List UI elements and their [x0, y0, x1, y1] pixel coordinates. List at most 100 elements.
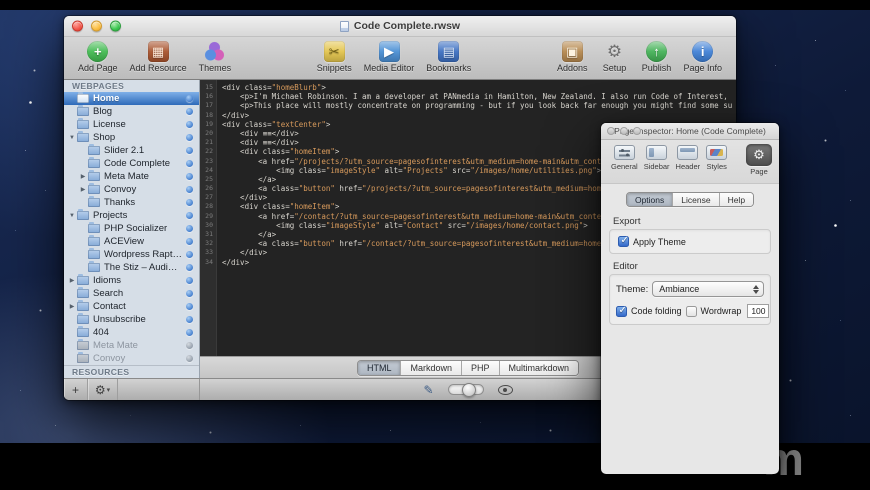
- editor-mode-segmented-control: HTML Markdown PHP Multimarkdown: [356, 359, 580, 376]
- sidebar-item-unsubscribe[interactable]: Unsubscribe: [64, 313, 199, 326]
- line-number: 22: [205, 147, 213, 156]
- disclosure-closed-icon[interactable]: ▶: [78, 187, 88, 193]
- disclosure-closed-icon[interactable]: ▶: [67, 304, 77, 310]
- wordwrap-checkbox-box[interactable]: [685, 305, 697, 317]
- inspector-toolbar-items: General Sidebar Header Styles: [608, 144, 730, 172]
- wordwrap-width-input[interactable]: [747, 304, 770, 318]
- sidebar-item-404[interactable]: 404: [64, 326, 199, 339]
- disclosure-closed-icon[interactable]: ▶: [78, 174, 88, 180]
- sidebar-item-blog[interactable]: Blog: [64, 105, 199, 118]
- inspector-toolbar-styles-button[interactable]: Styles: [703, 144, 730, 172]
- slider-knob[interactable]: [461, 382, 476, 397]
- sidebar-item-projects[interactable]: ▼ Projects: [64, 209, 199, 222]
- code-line: <div class="homeBlurb">: [222, 83, 326, 92]
- editor-mode-tab-multimarkdown[interactable]: Multimarkdown: [499, 360, 579, 375]
- sidebar-item-search[interactable]: Search: [64, 287, 199, 300]
- status-dot: [186, 264, 193, 271]
- inspector-zoom-button[interactable]: [633, 127, 641, 135]
- sidebar-item-slider-2-1[interactable]: Slider 2.1: [64, 144, 199, 157]
- line-number-gutter: 15 16 17 18 19 20 21 22 23 24 25 26 27 28 29 30 31 32 33 34: [200, 80, 217, 356]
- pages-sidebar: WEBPAGES Home Blog License ▼ Shop Slider 2.1 C…: [64, 80, 200, 378]
- inspector-toolbar-sidebar-button[interactable]: Sidebar: [641, 144, 673, 172]
- sidebar-item-the-stiz-audio-f[interactable]: The Stiz – Audio f...: [64, 261, 199, 274]
- add-resource-icon: ▦: [147, 41, 169, 62]
- code-folding-checkbox-box[interactable]: [616, 305, 627, 317]
- edit-pencil-icon[interactable]: ✎: [423, 384, 433, 396]
- sidebar-item-home[interactable]: Home: [64, 92, 199, 105]
- theme-dropdown-value: Ambiance: [659, 284, 700, 294]
- sidebar-item-label: Contact: [93, 301, 126, 312]
- status-bar-left: + ⚙ ▾: [64, 379, 200, 400]
- sidebar-item-idioms[interactable]: ▶ Idioms: [64, 274, 199, 287]
- inspector-tab-help[interactable]: Help: [719, 193, 754, 206]
- inspector-close-button[interactable]: [607, 127, 615, 135]
- title-bar: Code Complete.rwsw: [64, 16, 736, 37]
- toolbar-label: Setup: [602, 63, 627, 73]
- inspector-toolbar-header-button[interactable]: Header: [673, 144, 704, 172]
- resources-section-header[interactable]: RESOURCES: [64, 365, 199, 378]
- folder-icon: [77, 313, 89, 324]
- add-item-button[interactable]: +: [64, 379, 88, 400]
- sidebar-item-code-complete[interactable]: Code Complete: [64, 157, 199, 170]
- sidebar-item-php-socializer[interactable]: PHP Socializer: [64, 222, 199, 235]
- sidebar-item-shop[interactable]: ▼ Shop: [64, 131, 199, 144]
- disclosure-open-icon[interactable]: ▼: [67, 135, 77, 141]
- line-number: 32: [205, 239, 213, 248]
- status-dot: [186, 212, 193, 219]
- sidebar-item-convoy[interactable]: ▶ Convoy: [64, 183, 199, 196]
- apply-theme-checkbox-box[interactable]: [618, 235, 629, 247]
- sidebar-item-thanks[interactable]: Thanks: [64, 196, 199, 209]
- folder-icon: [88, 144, 100, 155]
- preview-slider[interactable]: [447, 382, 484, 397]
- code-line: <p>I'm Michael Robinson. I am a develope…: [222, 92, 728, 102]
- action-menu-button[interactable]: ⚙ ▾: [88, 379, 118, 400]
- toolbar-add-page-button[interactable]: + Add Page: [72, 39, 124, 73]
- toolbar-themes-button[interactable]: Themes: [193, 39, 238, 73]
- theme-dropdown[interactable]: Ambiance: [652, 281, 764, 297]
- page-mode-button[interactable]: ⚙ Page: [746, 144, 772, 176]
- minimize-button[interactable]: [91, 20, 102, 32]
- code-folding-checkbox[interactable]: Code folding: [616, 305, 682, 317]
- sidebar-item-wordpress-raptor[interactable]: Wordpress Raptor...: [64, 248, 199, 261]
- toolbar-page-info-button[interactable]: i Page Info: [677, 39, 728, 73]
- apply-theme-checkbox[interactable]: Apply Theme: [618, 235, 762, 247]
- zoom-button[interactable]: [110, 20, 121, 32]
- disclosure-closed-icon[interactable]: ▶: [67, 278, 77, 284]
- inspector-toolbar-general-button[interactable]: General: [608, 144, 641, 172]
- sidebar-item-aceview[interactable]: ACEView: [64, 235, 199, 248]
- editor-mode-tab-php[interactable]: PHP: [461, 360, 500, 375]
- styles-icon: [706, 145, 728, 160]
- sidebar-item-contact[interactable]: ▶ Contact: [64, 300, 199, 313]
- sidebar-item-meta-mate[interactable]: ▶ Meta Mate: [64, 170, 199, 183]
- close-button[interactable]: [72, 20, 83, 32]
- status-dot: [186, 277, 193, 284]
- toolbar-publish-button[interactable]: ↑ Publish: [635, 39, 677, 73]
- folder-icon: [77, 131, 89, 142]
- folder-icon: [88, 235, 100, 246]
- sidebar-item-label: License: [93, 119, 126, 130]
- sidebar-item-meta-mate[interactable]: Meta Mate: [64, 339, 199, 352]
- sidebar-item-label: Thanks: [104, 197, 136, 208]
- toolbar-label: Add Page: [78, 63, 118, 73]
- sidebar-item-convoy[interactable]: Convoy: [64, 352, 199, 365]
- toolbar-snippets-button[interactable]: ✂ Snippets: [311, 39, 358, 73]
- line-number: 20: [205, 128, 213, 137]
- main-toolbar: + Add Page ▦ Add Resource Themes ✂ Snippets ▶ M…: [64, 37, 736, 80]
- editor-mode-tab-html[interactable]: HTML: [357, 360, 402, 375]
- wordwrap-checkbox[interactable]: Wordwrap: [685, 305, 741, 317]
- toolbar-addons-button[interactable]: ▣ Addons: [551, 39, 594, 73]
- toolbar-bookmarks-button[interactable]: ▤ Bookmarks: [420, 39, 477, 73]
- preview-eye-icon[interactable]: [497, 384, 513, 395]
- popup-arrows-icon: [750, 284, 761, 294]
- toolbar-media-editor-button[interactable]: ▶ Media Editor: [358, 39, 421, 73]
- toolbar-label: Media Editor: [363, 63, 415, 73]
- inspector-minimize-button[interactable]: [620, 127, 628, 135]
- sidebar-item-license[interactable]: License: [64, 118, 199, 131]
- bright-stars-decoration: [0, 10, 1, 11]
- toolbar-setup-button[interactable]: ⚙ Setup: [593, 39, 635, 73]
- editor-mode-tab-markdown[interactable]: Markdown: [401, 360, 462, 375]
- inspector-tab-license[interactable]: License: [673, 193, 720, 206]
- disclosure-open-icon[interactable]: ▼: [67, 213, 77, 219]
- inspector-tab-options[interactable]: Options: [626, 193, 674, 206]
- toolbar-add-resource-button[interactable]: ▦ Add Resource: [124, 39, 193, 73]
